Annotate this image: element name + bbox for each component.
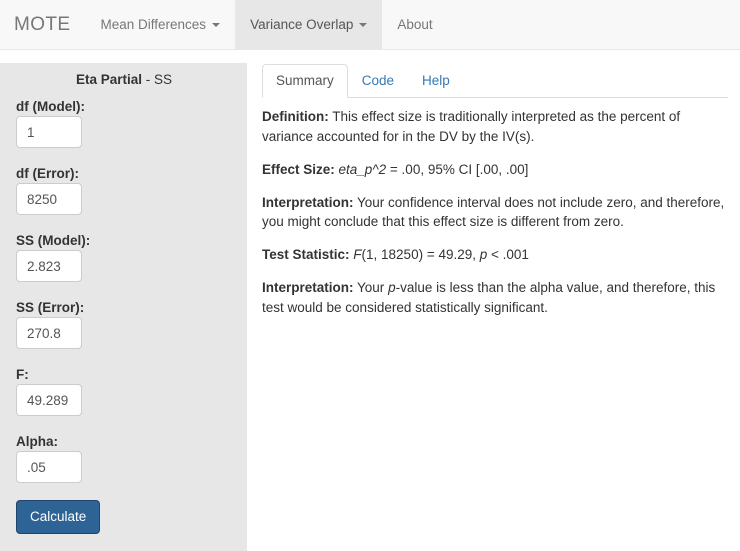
nav-item-variance-overlap[interactable]: Variance Overlap: [235, 0, 383, 49]
panel-title-secondary: - SS: [142, 72, 173, 87]
label-f: F:: [16, 367, 29, 383]
ss-error-input[interactable]: [16, 317, 82, 350]
tab-help[interactable]: Help: [408, 64, 464, 98]
tab-code[interactable]: Code: [348, 64, 408, 98]
interpretation-p-text-a: Your: [353, 280, 389, 296]
df-model-input[interactable]: [16, 116, 82, 149]
chevron-down-icon: [359, 22, 368, 27]
effect-size-paragraph: Effect Size: eta_p^2 = .00, 95% CI [.00,…: [262, 160, 728, 180]
df-error-input[interactable]: [16, 183, 82, 216]
panel-title: Eta Partial - SS: [16, 72, 232, 88]
test-statistic-symbol: F: [349, 247, 362, 263]
interpretation-ci-paragraph: Interpretation: Your confidence interval…: [262, 193, 728, 233]
top-navbar: MOTE Mean Differences Variance Overlap A…: [0, 0, 740, 50]
input-sidebar: Eta Partial - SS df (Model): df (Error):…: [0, 63, 247, 551]
definition-lead: Definition:: [262, 109, 329, 124]
nav-item-label: Variance Overlap: [250, 17, 354, 32]
nav-item-label: About: [397, 17, 433, 32]
interpretation-ci-lead: Interpretation:: [262, 194, 354, 210]
brand-logo[interactable]: MOTE: [0, 0, 86, 49]
label-df-model: df (Model):: [16, 99, 85, 115]
p-value-text: < .001: [487, 247, 529, 263]
effect-size-value: = .00, 95% CI [.00, .00]: [386, 161, 529, 177]
p-symbol: p: [388, 280, 396, 296]
test-statistic-lead: Test Statistic:: [262, 247, 350, 263]
alpha-input[interactable]: [16, 451, 82, 484]
definition-paragraph: Definition: This effect size is traditio…: [262, 107, 728, 147]
results-tabs: Summary Code Help: [262, 63, 728, 98]
label-ss-error: SS (Error):: [16, 300, 85, 316]
label-ss-model: SS (Model):: [16, 233, 91, 249]
effect-size-lead: Effect Size:: [262, 161, 335, 177]
brand-label: MOTE: [14, 14, 71, 35]
test-statistic-paragraph: Test Statistic: F(1, 18250) = 49.29, p <…: [262, 245, 728, 265]
nav-item-mean-differences[interactable]: Mean Differences: [86, 0, 236, 49]
test-statistic-value: (1, 18250) = 49.29,: [361, 247, 480, 263]
ss-model-input[interactable]: [16, 250, 82, 283]
panel-title-primary: Eta Partial: [75, 72, 142, 87]
label-alpha: Alpha:: [16, 434, 58, 450]
interpretation-p-lead: Interpretation:: [262, 280, 354, 296]
effect-size-symbol: eta_p^2: [334, 161, 387, 177]
chevron-down-icon: [212, 22, 221, 27]
nav-item-about[interactable]: About: [382, 0, 447, 49]
label-df-error: df (Error):: [16, 166, 79, 182]
results-panel: Summary Code Help Definition: This effec…: [262, 63, 728, 331]
calculate-button[interactable]: Calculate: [16, 500, 101, 535]
nav-item-label: Mean Differences: [100, 17, 207, 32]
f-input[interactable]: [16, 384, 82, 417]
interpretation-p-paragraph: Interpretation: Your p-value is less tha…: [262, 278, 728, 318]
tab-summary[interactable]: Summary: [262, 64, 348, 98]
